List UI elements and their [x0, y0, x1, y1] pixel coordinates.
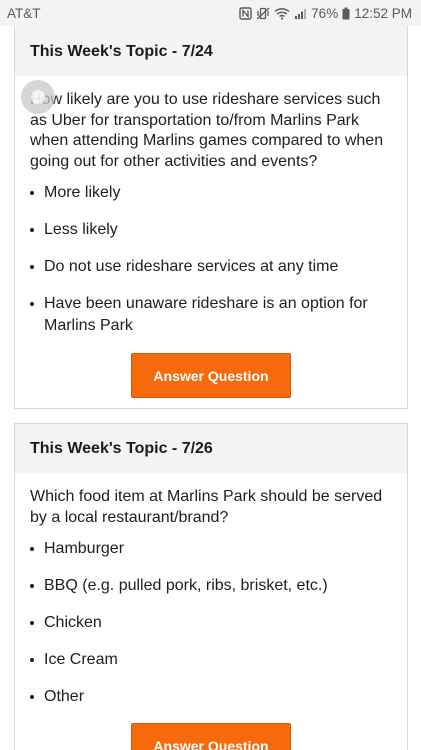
- option-item: Hamburger: [30, 538, 392, 560]
- option-item: BBQ (e.g. pulled pork, ribs, brisket, et…: [30, 575, 392, 597]
- status-bar: AT&T 76% 12:52 PM: [0, 0, 421, 26]
- question-text: How likely are you to use rideshare serv…: [30, 91, 384, 170]
- option-item: Chicken: [30, 612, 392, 634]
- options-list: More likely Less likely Do not use rides…: [30, 182, 392, 337]
- battery-icon: [342, 7, 350, 20]
- option-item: Other: [30, 686, 392, 708]
- topic-card-7-24: This Week's Topic - 7/24 How likely are …: [14, 0, 408, 409]
- status-icons: 76% 12:52 PM: [239, 6, 412, 21]
- carrier-label: AT&T: [7, 5, 41, 21]
- battery-percent: 76%: [311, 5, 339, 21]
- topic-body: How likely are you to use rideshare serv…: [15, 76, 407, 398]
- topic-header: This Week's Topic - 7/26: [15, 424, 407, 473]
- option-item: Do not use rideshare services at any tim…: [30, 256, 392, 278]
- option-item: More likely: [30, 182, 392, 204]
- answer-question-button[interactable]: Answer Question: [131, 353, 291, 398]
- wifi-icon: [274, 7, 290, 20]
- option-item: Have been unaware rideshare is an option…: [30, 293, 392, 337]
- page-viewport[interactable]: This Week's Topic - 7/24 How likely are …: [0, 0, 421, 750]
- clock-time: 12:52 PM: [354, 5, 412, 21]
- signal-icon: [294, 7, 307, 20]
- question-text: Which food item at Marlins Park should b…: [30, 488, 383, 526]
- nfc-icon: [239, 6, 252, 20]
- vibrate-icon: [256, 7, 270, 20]
- options-list: Hamburger BBQ (e.g. pulled pork, ribs, b…: [30, 538, 392, 708]
- circle-icon: [31, 90, 45, 104]
- answer-question-button[interactable]: Answer Question: [131, 723, 291, 750]
- topic-card-7-26: This Week's Topic - 7/26 Which food item…: [14, 423, 408, 750]
- topic-body: Which food item at Marlins Park should b…: [15, 473, 407, 750]
- floating-assistive-button[interactable]: [21, 80, 55, 114]
- option-item: Ice Cream: [30, 649, 392, 671]
- option-item: Less likely: [30, 219, 392, 241]
